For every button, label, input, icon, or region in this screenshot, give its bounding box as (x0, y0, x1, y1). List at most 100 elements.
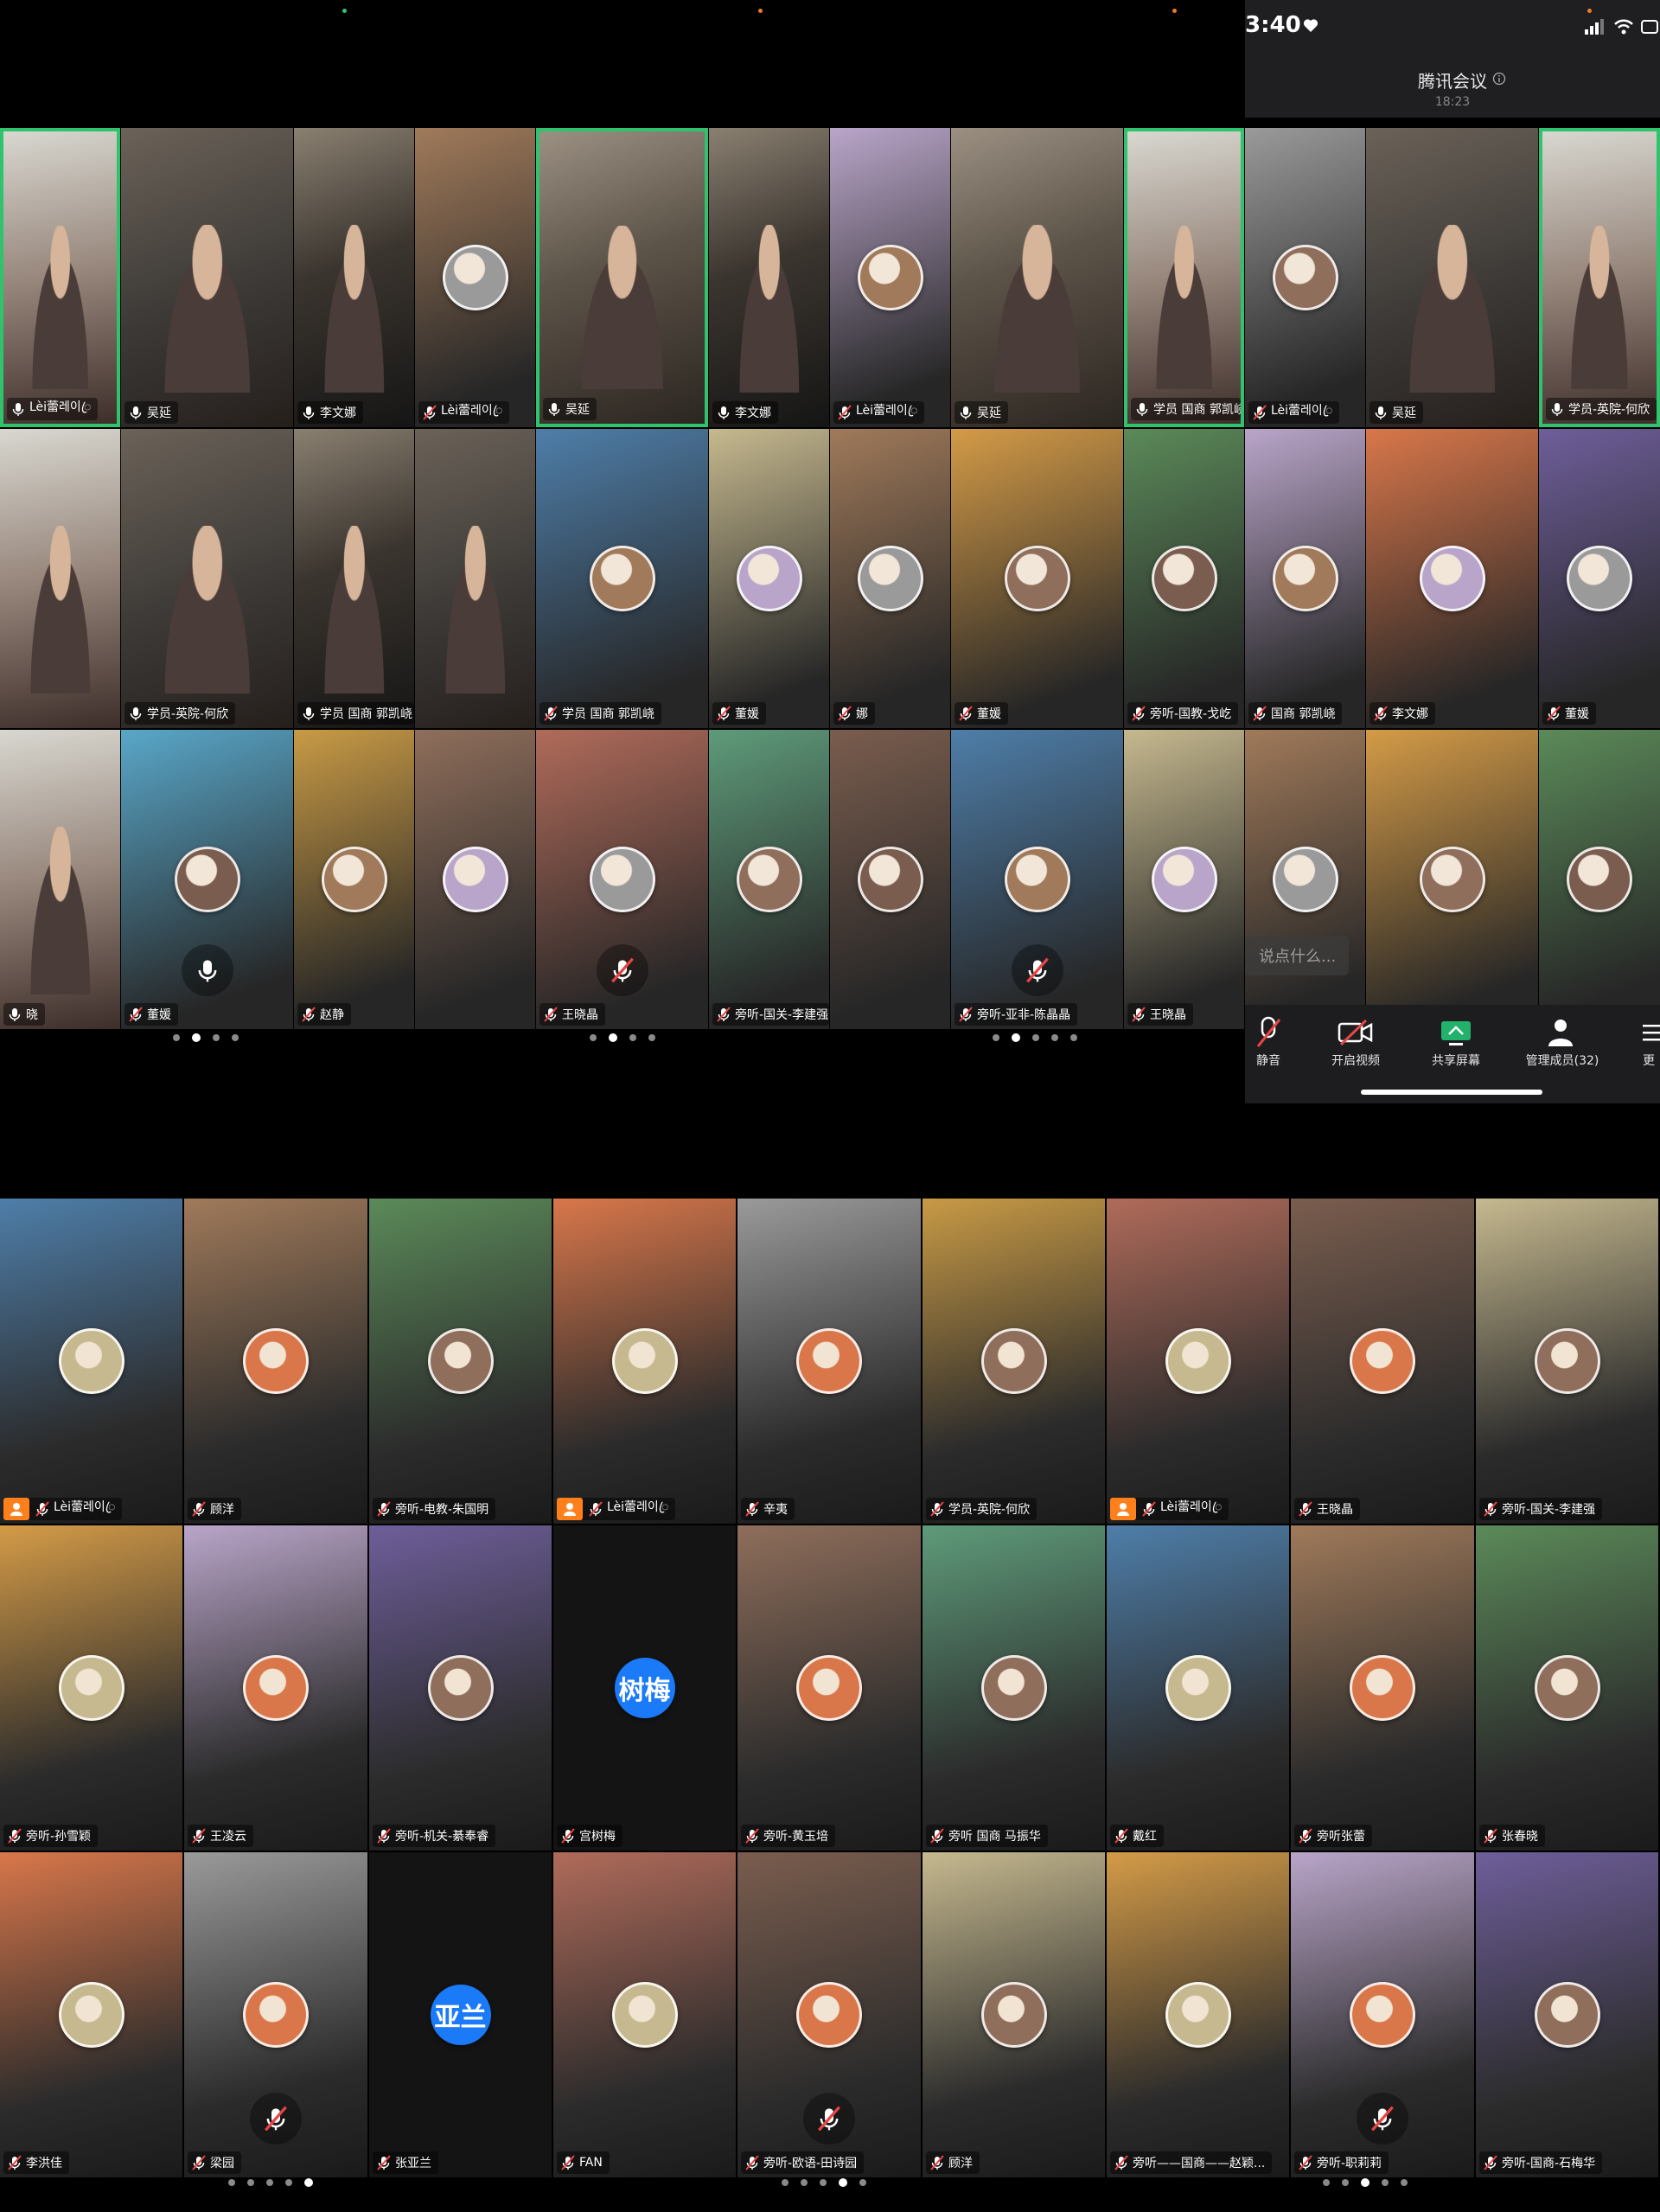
participant-tile[interactable]: 学员 国商 郭凯峣 (1124, 128, 1244, 427)
participant-tile[interactable]: 王晓晶 (536, 730, 708, 1029)
participant-tile[interactable]: 旁听——国商——赵颖... (1107, 1852, 1289, 2177)
participant-name: 旁听-国关-李建强 (735, 1008, 829, 1022)
participant-tile[interactable]: Lèi蕾레이ꦿ (1245, 128, 1365, 427)
participant-tile[interactable]: 国商 郭凯峣 (1245, 429, 1365, 728)
participant-tile[interactable]: 王晓晶 (1291, 1199, 1474, 1524)
participant-tile[interactable]: 学员 国商 郭凯峣 (294, 429, 414, 728)
meeting-title[interactable]: 腾讯会议 (1245, 67, 1660, 93)
participant-tile[interactable] (415, 429, 535, 728)
participant-tile[interactable]: 吴延 (536, 128, 708, 427)
more-button[interactable]: 更 (1638, 1013, 1660, 1069)
participant-tile[interactable]: 董媛 (1539, 429, 1660, 728)
participant-tile[interactable]: Lèi蕾레이ꦿ (0, 1199, 182, 1524)
share-screen-button[interactable]: 共享屏幕 (1421, 1013, 1491, 1069)
participant-tile[interactable]: 董媛 (121, 730, 293, 1029)
participant-avatar (1350, 1655, 1415, 1721)
participant-tile[interactable]: 树梅 宫树梅 (553, 1525, 736, 1851)
participant-video (155, 225, 259, 393)
participant-tile[interactable]: 旁听-机关-綦奉睿 (369, 1525, 552, 1851)
participant-name-tag: 赵静 (297, 1003, 351, 1026)
participant-tile[interactable] (830, 730, 950, 1029)
participant-tile[interactable]: 旁听张蕾 (1291, 1525, 1474, 1851)
participant-tile[interactable]: 学员 国商 郭凯峣 (536, 429, 708, 728)
info-icon[interactable] (1492, 72, 1506, 86)
participant-tile[interactable]: 旁听-国关-李建强 (1476, 1199, 1658, 1524)
participant-tile[interactable]: 旁听-电教-朱国明 (369, 1199, 552, 1524)
participant-video (1565, 225, 1634, 389)
participant-tile[interactable]: 赵静 (294, 730, 414, 1029)
participant-tile[interactable]: Lèi蕾레이ꦿ (415, 128, 535, 427)
participant-tile[interactable]: 旁听-欧语-田诗园 (737, 1852, 921, 2177)
heart-icon (1303, 19, 1318, 32)
participant-name: 旁听 国商 马振华 (948, 1830, 1041, 1844)
participant-tile[interactable]: 吴延 (121, 128, 293, 427)
mute-button[interactable]: 静音 (1245, 1013, 1292, 1069)
mute-label: 静音 (1256, 1054, 1280, 1068)
participant-name-tag: 国商 郭凯峣 (1248, 702, 1343, 725)
participant-tile[interactable]: 学员-英院-何欣 (121, 429, 293, 728)
participant-tile[interactable]: 王凌云 (184, 1525, 367, 1851)
chat-input[interactable]: 说点什么... (1245, 936, 1349, 975)
participant-tile[interactable]: 李文娜 (294, 128, 414, 427)
participant-tile[interactable]: 旁听-国教-戈屹 (1124, 429, 1244, 728)
participant-tile[interactable]: 董媛 (709, 429, 829, 728)
participant-avatar (1534, 1655, 1600, 1721)
participant-tile[interactable]: 旁听 国商 马振华 (923, 1525, 1105, 1851)
participant-tile[interactable]: 旁听-孙雪颖 (0, 1525, 182, 1851)
participant-tile[interactable]: 董媛 (951, 429, 1123, 728)
manage-members-button[interactable]: 管理成员(32) (1515, 1013, 1610, 1069)
participant-tile[interactable]: 张春晓 (1476, 1525, 1658, 1851)
participant-tile[interactable]: 李文娜 (709, 128, 829, 427)
participant-tile[interactable]: Lèi蕾레이ꦿ (553, 1199, 736, 1524)
participant-name-tag: 旁听-机关-綦奉睿 (373, 1825, 496, 1847)
participant-tile[interactable]: 亚兰 张亚兰 (369, 1852, 552, 2177)
participant-tile[interactable]: 李洪佳 (0, 1852, 182, 2177)
participant-name-tag: 学员 国商 郭凯峣 (1131, 398, 1241, 420)
video-button[interactable]: 开启视频 (1321, 1013, 1390, 1069)
participant-tile[interactable]: 学员-英院-何欣 (1539, 128, 1660, 427)
participant-tile[interactable]: 顾洋 (923, 1852, 1105, 2177)
recording-dot (1172, 9, 1177, 13)
participant-tile[interactable]: Lèi蕾레이ꦿ (1107, 1199, 1289, 1524)
participant-video (23, 827, 97, 994)
participant-tile[interactable]: Lèi蕾레이ꦿ (830, 128, 950, 427)
mic-icon (12, 403, 24, 416)
participant-tile[interactable]: 梁园 (184, 1852, 367, 2177)
speaking-mic-indicator (250, 2093, 302, 2145)
participant-name: 张亚兰 (395, 2157, 431, 2170)
participant-tile[interactable]: 旁听-亚非-陈晶晶 (951, 730, 1123, 1029)
participant-tile[interactable]: 晓 (0, 730, 120, 1029)
participant-tile[interactable]: 旁听-黄玉培 (737, 1525, 921, 1851)
participant-tile[interactable] (415, 730, 535, 1029)
participant-tile[interactable]: 娜 (830, 429, 950, 728)
participant-tile[interactable]: Lèi蕾레이ꦿ (0, 128, 120, 427)
participant-tile[interactable]: 学员-英院-何欣 (923, 1199, 1105, 1524)
participant-name: Lèi蕾레이ꦿ (1160, 1499, 1223, 1514)
speaking-mic-indicator (181, 944, 233, 996)
participant-avatar (1350, 1982, 1415, 2048)
participant-name: 李洪佳 (26, 2157, 62, 2170)
participant-name: 吴延 (147, 406, 171, 420)
participant-avatar (980, 1655, 1047, 1721)
participant-tile[interactable]: 吴延 (951, 128, 1123, 427)
participant-tile[interactable] (1366, 730, 1538, 1029)
participant-tile[interactable]: 旁听-职莉莉 (1291, 1852, 1474, 2177)
participant-name: 赵静 (320, 1008, 344, 1022)
participant-avatar (611, 1982, 678, 2048)
participant-tile[interactable]: 旁听-国商-石梅华 (1476, 1852, 1658, 2177)
participant-tile[interactable]: 李文娜 (1366, 429, 1538, 728)
participant-tile[interactable]: 戴红 (1107, 1525, 1289, 1851)
participant-tile[interactable]: 辛夷 (737, 1199, 921, 1524)
participant-tile[interactable]: 顾洋 (184, 1199, 367, 1524)
participant-name-tag: 李文娜 (297, 401, 363, 424)
participant-tile[interactable] (0, 429, 120, 728)
participant-tile[interactable]: 旁听-国关-李建强 (709, 730, 829, 1029)
participant-avatar (857, 847, 923, 912)
participant-tile[interactable]: FAN (553, 1852, 736, 2177)
video-off-icon (1338, 1019, 1373, 1046)
participant-tile[interactable] (1539, 730, 1660, 1029)
participant-tile[interactable]: 王晓晶 (1124, 730, 1244, 1029)
mic-muted-icon (192, 2155, 206, 2170)
participant-tile[interactable]: 吴延 (1366, 128, 1538, 427)
participant-tile[interactable] (1245, 730, 1365, 1029)
